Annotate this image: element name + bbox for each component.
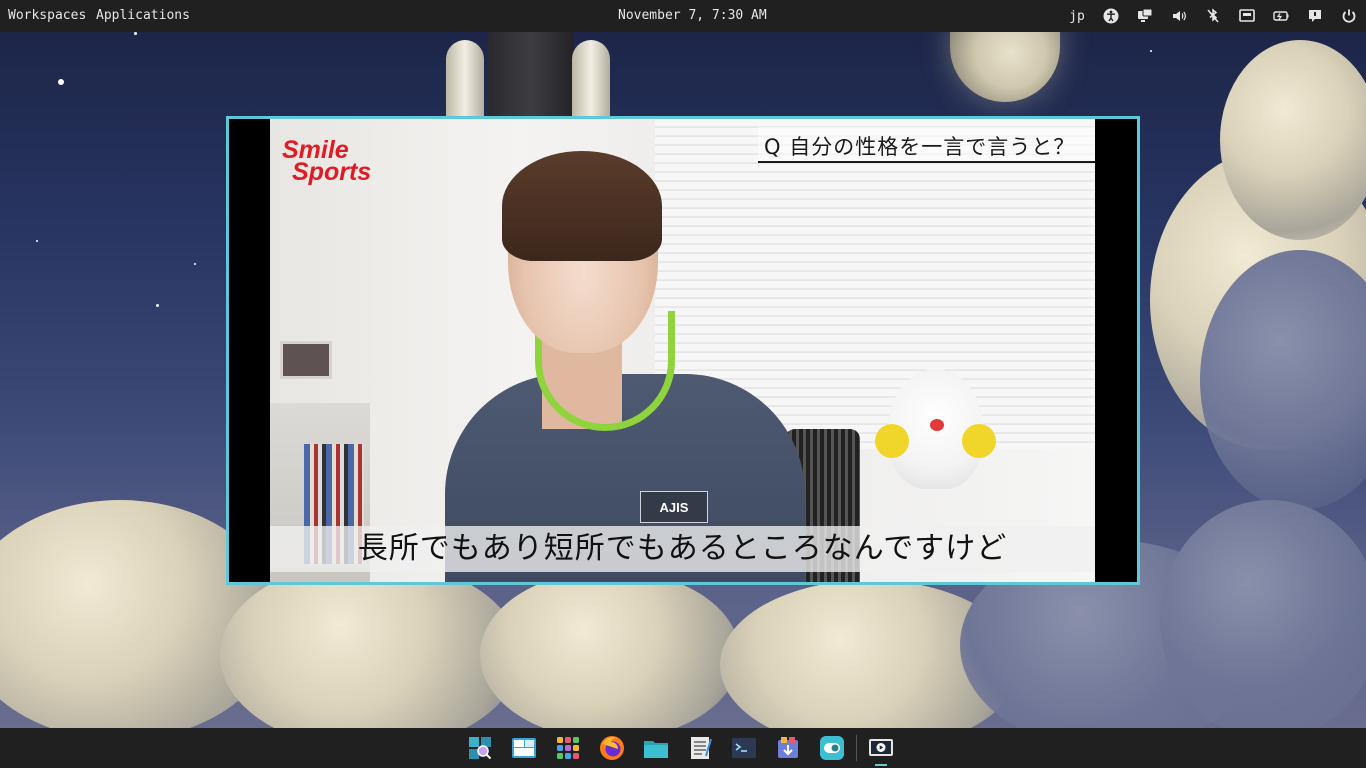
power-icon[interactable]	[1332, 0, 1366, 32]
cloud	[220, 560, 520, 750]
star	[1150, 50, 1152, 52]
display-icon[interactable]	[1128, 0, 1162, 32]
star	[134, 32, 137, 35]
search-app-icon[interactable]	[458, 728, 502, 768]
rocket	[488, 32, 574, 122]
mascot-nose	[930, 419, 944, 431]
network-icon[interactable]	[1230, 0, 1264, 32]
mascot-pompom-left	[875, 424, 909, 458]
video-player-window[interactable]: AJIS Smile Sports Q 自分の性格を一言で言うと？ 長所でもあり…	[226, 116, 1140, 585]
video-player-icon[interactable]	[859, 728, 903, 768]
moon	[950, 20, 1060, 102]
battery-icon[interactable]	[1264, 0, 1298, 32]
sponsor-badge: AJIS	[640, 491, 708, 523]
app-grid-icon[interactable]	[546, 728, 590, 768]
star	[156, 304, 159, 307]
logo-line-2: Sports	[292, 158, 372, 186]
star	[58, 79, 64, 85]
notifications-icon[interactable]	[1298, 0, 1332, 32]
photo-frame	[280, 341, 332, 379]
mascot-pompom-right	[962, 424, 996, 458]
text-editor-icon[interactable]	[678, 728, 722, 768]
volume-icon[interactable]	[1162, 0, 1196, 32]
person-hair	[502, 151, 662, 261]
question-caption: Q 自分の性格を一言で言うと？	[758, 127, 1095, 163]
dock	[0, 728, 1366, 768]
settings-toggle-icon[interactable]	[810, 728, 854, 768]
star	[36, 240, 38, 242]
software-store-icon[interactable]	[766, 728, 810, 768]
files-icon[interactable]	[634, 728, 678, 768]
cloud	[480, 570, 740, 740]
firefox-icon[interactable]	[590, 728, 634, 768]
dock-items	[458, 728, 903, 768]
running-indicator	[875, 764, 887, 766]
keyboard-layout-label: jp	[1069, 8, 1085, 24]
accessibility-icon[interactable]	[1094, 0, 1128, 32]
window-switcher-icon[interactable]	[502, 728, 546, 768]
video-frame[interactable]: AJIS Smile Sports Q 自分の性格を一言で言うと？ 長所でもあり…	[270, 119, 1095, 582]
bluetooth-off-icon[interactable]	[1196, 0, 1230, 32]
top-panel: Workspaces Applications November 7, 7:30…	[0, 0, 1366, 32]
dock-separator	[856, 735, 857, 761]
star	[194, 263, 196, 265]
smile-sports-logo: Smile Sports	[282, 138, 394, 186]
clock[interactable]: November 7, 7:30 AM	[618, 8, 767, 23]
system-tray: jp	[1060, 0, 1366, 32]
workspaces-button[interactable]: Workspaces	[8, 8, 86, 23]
applications-button[interactable]: Applications	[96, 8, 190, 23]
cloud	[1160, 500, 1366, 740]
cloud	[1220, 40, 1366, 240]
keyboard-layout-indicator[interactable]: jp	[1060, 0, 1094, 32]
subtitle-caption: 長所でもあり短所でもあるところなんですけど	[270, 526, 1095, 572]
terminal-icon[interactable]	[722, 728, 766, 768]
